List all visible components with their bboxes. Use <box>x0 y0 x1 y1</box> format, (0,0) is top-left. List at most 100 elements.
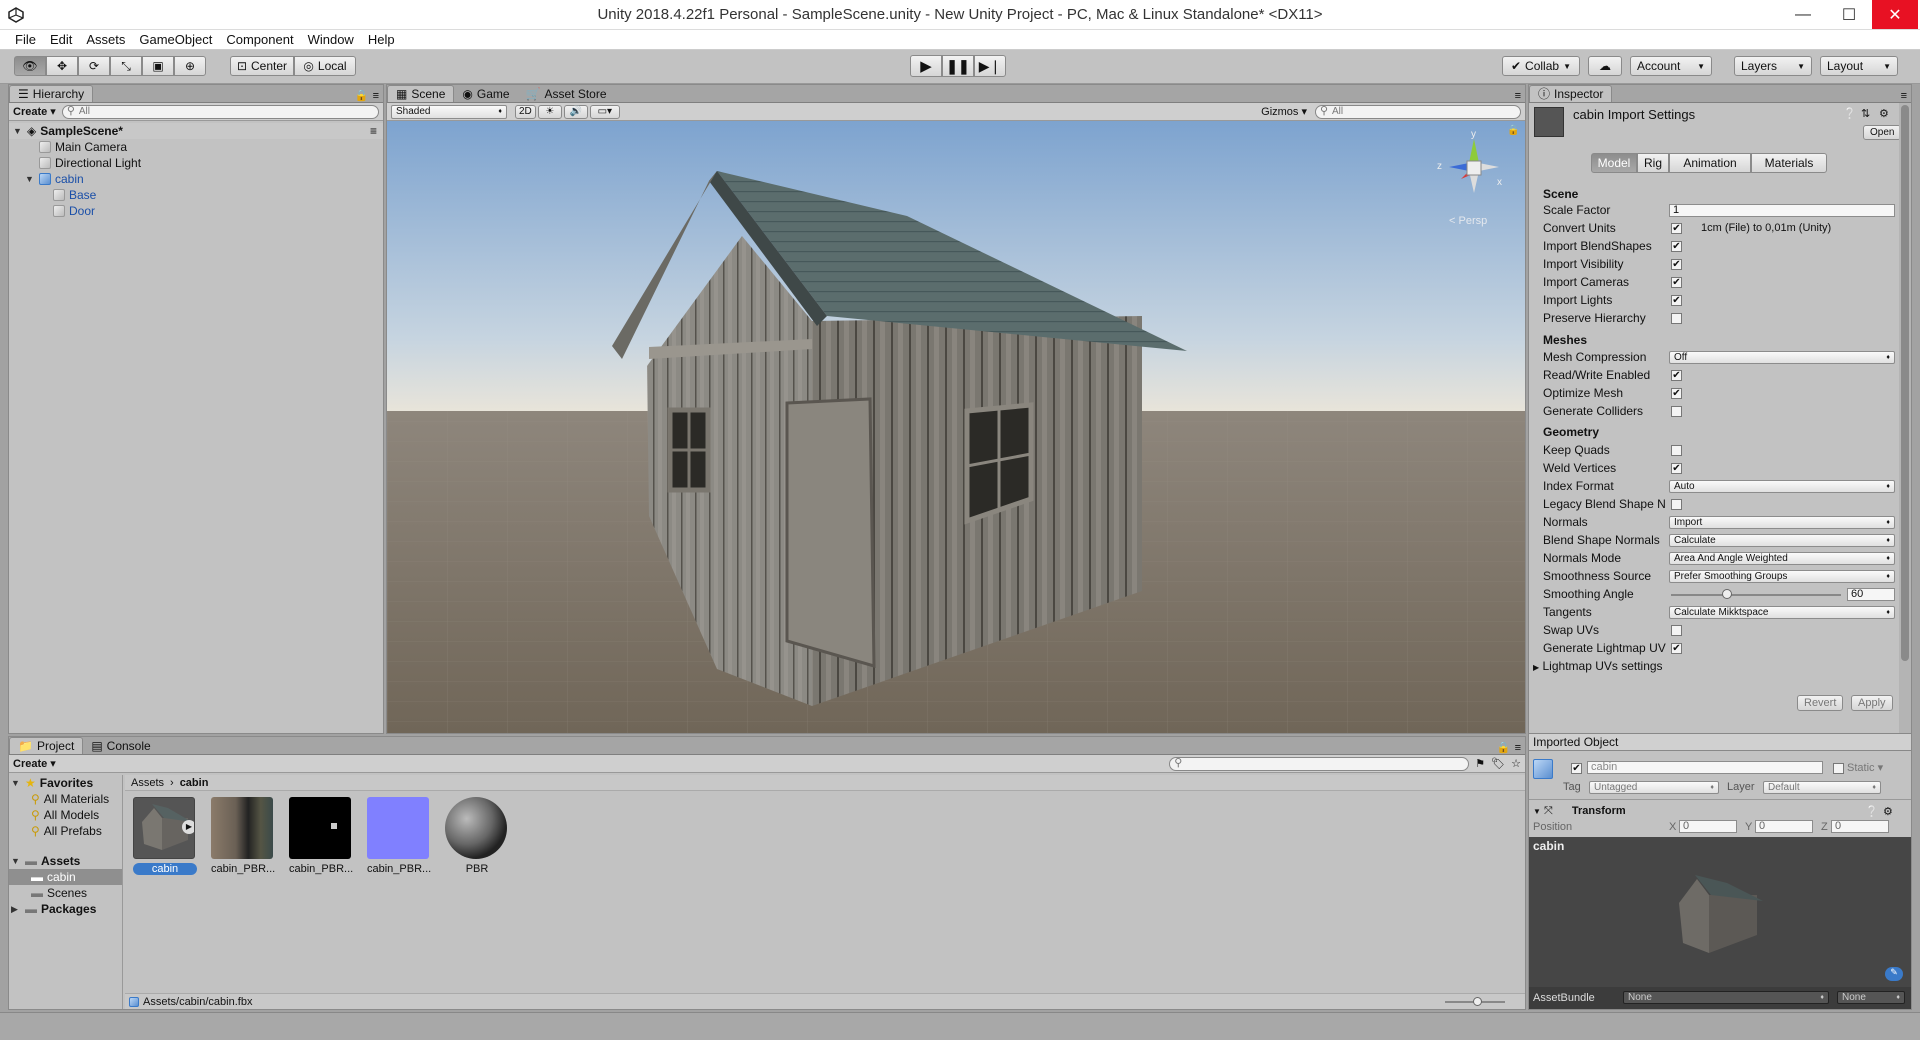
static-checkbox[interactable] <box>1833 763 1844 774</box>
layout-dropdown[interactable]: Layout ▼ <box>1820 56 1898 76</box>
tab-model[interactable]: Model <box>1591 153 1637 173</box>
generate-lightmap-checkbox[interactable]: ✔ <box>1671 643 1682 654</box>
project-search-input[interactable] <box>1169 756 1470 771</box>
slider-knob[interactable] <box>1722 589 1733 599</box>
scene-viewport[interactable]: y z x < Persp 🔒 <box>387 121 1525 733</box>
expand-play-icon[interactable]: ▶ <box>182 820 194 834</box>
import-cameras-checkbox[interactable]: ✔ <box>1671 277 1682 288</box>
rotate-tool-button[interactable]: ⟳ <box>78 56 110 76</box>
import-visibility-checkbox[interactable]: ✔ <box>1671 259 1682 270</box>
persp-label[interactable]: < Persp <box>1449 215 1487 227</box>
layer-dropdown[interactable]: Default <box>1763 781 1881 794</box>
collab-dropdown[interactable]: ✔ Collab ▼ <box>1502 56 1580 76</box>
pos-z-field[interactable]: 0 <box>1831 820 1889 833</box>
favorite-item[interactable]: ⚲ All Materials <box>9 791 122 807</box>
normals-dropdown[interactable]: Import <box>1669 516 1895 529</box>
hierarchy-item[interactable]: ▼ cabin <box>9 171 383 187</box>
tangents-dropdown[interactable]: Calculate Mikktspace <box>1669 606 1895 619</box>
open-button[interactable]: Open <box>1863 125 1902 140</box>
hierarchy-item[interactable]: Door <box>9 203 383 219</box>
normals-mode-dropdown[interactable]: Area And Angle Weighted <box>1669 552 1895 565</box>
pivot-local-button[interactable]: ◎ Local <box>294 56 356 76</box>
optimize-mesh-checkbox[interactable]: ✔ <box>1671 388 1682 399</box>
preset-icon[interactable]: ⇅ <box>1861 107 1870 120</box>
swap-uvs-checkbox[interactable] <box>1671 625 1682 636</box>
scale-factor-field[interactable]: 1 <box>1669 204 1895 217</box>
active-checkbox[interactable]: ✔ <box>1571 763 1582 774</box>
favorite-star-icon[interactable]: ☆ <box>1511 757 1521 770</box>
pivot-center-button[interactable]: ⊡ Center <box>230 56 294 76</box>
expand-arrow-icon[interactable]: ▼ <box>25 171 35 187</box>
shading-mode-dropdown[interactable]: Shaded <box>391 104 507 119</box>
2d-toggle[interactable]: 2D <box>515 104 536 119</box>
transform-tool-button[interactable]: ⊕ <box>174 56 206 76</box>
tab-project[interactable]: 📁 Project <box>9 737 84 754</box>
menu-assets[interactable]: Assets <box>79 30 132 50</box>
menu-window[interactable]: Window <box>301 30 361 50</box>
lock-icon[interactable]: 🔒 <box>1507 125 1519 136</box>
generate-colliders-checkbox[interactable] <box>1671 406 1682 417</box>
convert-units-checkbox[interactable]: ✔ <box>1671 223 1682 234</box>
step-button[interactable]: ▶❘ <box>974 55 1006 77</box>
asset-item[interactable]: PBR <box>445 797 509 875</box>
cloud-button[interactable]: ☁ <box>1588 56 1622 76</box>
breadcrumb-assets[interactable]: Assets <box>131 777 164 789</box>
tab-inspector[interactable]: ⓘ Inspector <box>1529 85 1613 102</box>
model-preview[interactable]: cabin ✎ AssetBundle None None <box>1529 837 1911 1009</box>
scene-menu-icon[interactable]: ≡ <box>370 123 377 139</box>
smoothing-angle-field[interactable]: 60 <box>1847 588 1895 601</box>
blend-normals-dropdown[interactable]: Calculate <box>1669 534 1895 547</box>
expand-arrow-icon[interactable]: ▼ <box>11 853 21 869</box>
pause-button[interactable]: ❚❚ <box>942 55 974 77</box>
tab-animation[interactable]: Animation <box>1669 153 1751 173</box>
effects-dropdown[interactable]: ▭▾ <box>589 104 620 119</box>
project-create-button[interactable]: Create ▾ <box>13 757 56 770</box>
pos-x-field[interactable]: 0 <box>1679 820 1737 833</box>
lightmap-settings-foldout[interactable]: ▶ Lightmap UVs settings <box>1533 659 1663 674</box>
favorite-item[interactable]: ⚲ All Models <box>9 807 122 823</box>
menu-help[interactable]: Help <box>361 30 402 50</box>
thumbnail-size-slider[interactable] <box>1445 996 1505 1006</box>
hierarchy-item[interactable]: Base <box>9 187 383 203</box>
apply-button[interactable]: Apply <box>1851 695 1893 711</box>
panel-menu-icon[interactable]: ≡ <box>373 90 379 102</box>
read-write-checkbox[interactable]: ✔ <box>1671 370 1682 381</box>
help-icon[interactable]: ❔ <box>1843 107 1857 120</box>
tab-game[interactable]: ◉ Game <box>454 85 517 102</box>
weld-vertices-checkbox[interactable]: ✔ <box>1671 463 1682 474</box>
scale-tool-button[interactable]: ⤡ <box>110 56 142 76</box>
tag-dropdown[interactable]: Untagged <box>1589 781 1719 794</box>
scrollbar-thumb[interactable] <box>1901 105 1909 661</box>
settings-gear-icon[interactable]: ⚙ <box>1879 107 1889 120</box>
slider-knob[interactable] <box>1473 996 1482 1006</box>
tag-icon[interactable]: ✎ <box>1885 967 1903 981</box>
settings-gear-icon[interactable]: ⚙ <box>1883 805 1893 818</box>
smoothness-source-dropdown[interactable]: Prefer Smoothing Groups <box>1669 570 1895 583</box>
audio-toggle[interactable]: 🔊 <box>563 104 588 119</box>
assetbundle-dropdown[interactable]: None <box>1623 991 1829 1004</box>
packages-folder-row[interactable]: ▶ ▬ Packages <box>9 901 122 917</box>
hierarchy-item[interactable]: Directional Light <box>9 155 383 171</box>
assetbundle-variant-dropdown[interactable]: None <box>1837 991 1905 1004</box>
tab-hierarchy[interactable]: ☰ Hierarchy <box>9 85 94 102</box>
hierarchy-item[interactable]: Main Camera <box>9 139 383 155</box>
orientation-gizmo[interactable]: y z x <box>1431 129 1517 209</box>
hierarchy-create-button[interactable]: Create ▾ <box>13 105 56 118</box>
hand-tool-button[interactable]: 👁 <box>14 56 46 76</box>
menu-edit[interactable]: Edit <box>43 30 79 50</box>
play-button[interactable]: ▶ <box>910 55 942 77</box>
scene-row[interactable]: ▼ ◈ SampleScene* ≡ <box>9 123 383 139</box>
gizmos-dropdown[interactable]: Gizmos ▾ <box>1261 105 1307 118</box>
asset-item[interactable]: cabin_PBR... <box>367 797 431 875</box>
tab-scene[interactable]: ▦ Scene <box>387 85 455 102</box>
preserve-hierarchy-checkbox[interactable] <box>1671 313 1682 324</box>
account-dropdown[interactable]: Account ▼ <box>1630 56 1712 76</box>
index-format-dropdown[interactable]: Auto <box>1669 480 1895 493</box>
legacy-blend-checkbox[interactable] <box>1671 499 1682 510</box>
hierarchy-search-input[interactable]: All <box>61 104 379 119</box>
panel-menu-icon[interactable]: ≡ <box>1515 742 1521 754</box>
tab-materials[interactable]: Materials <box>1751 153 1827 173</box>
expand-arrow-icon[interactable]: ▼ <box>11 775 21 791</box>
minimize-button[interactable]: — <box>1780 0 1826 29</box>
panel-menu-icon[interactable]: ≡ <box>1901 90 1907 102</box>
